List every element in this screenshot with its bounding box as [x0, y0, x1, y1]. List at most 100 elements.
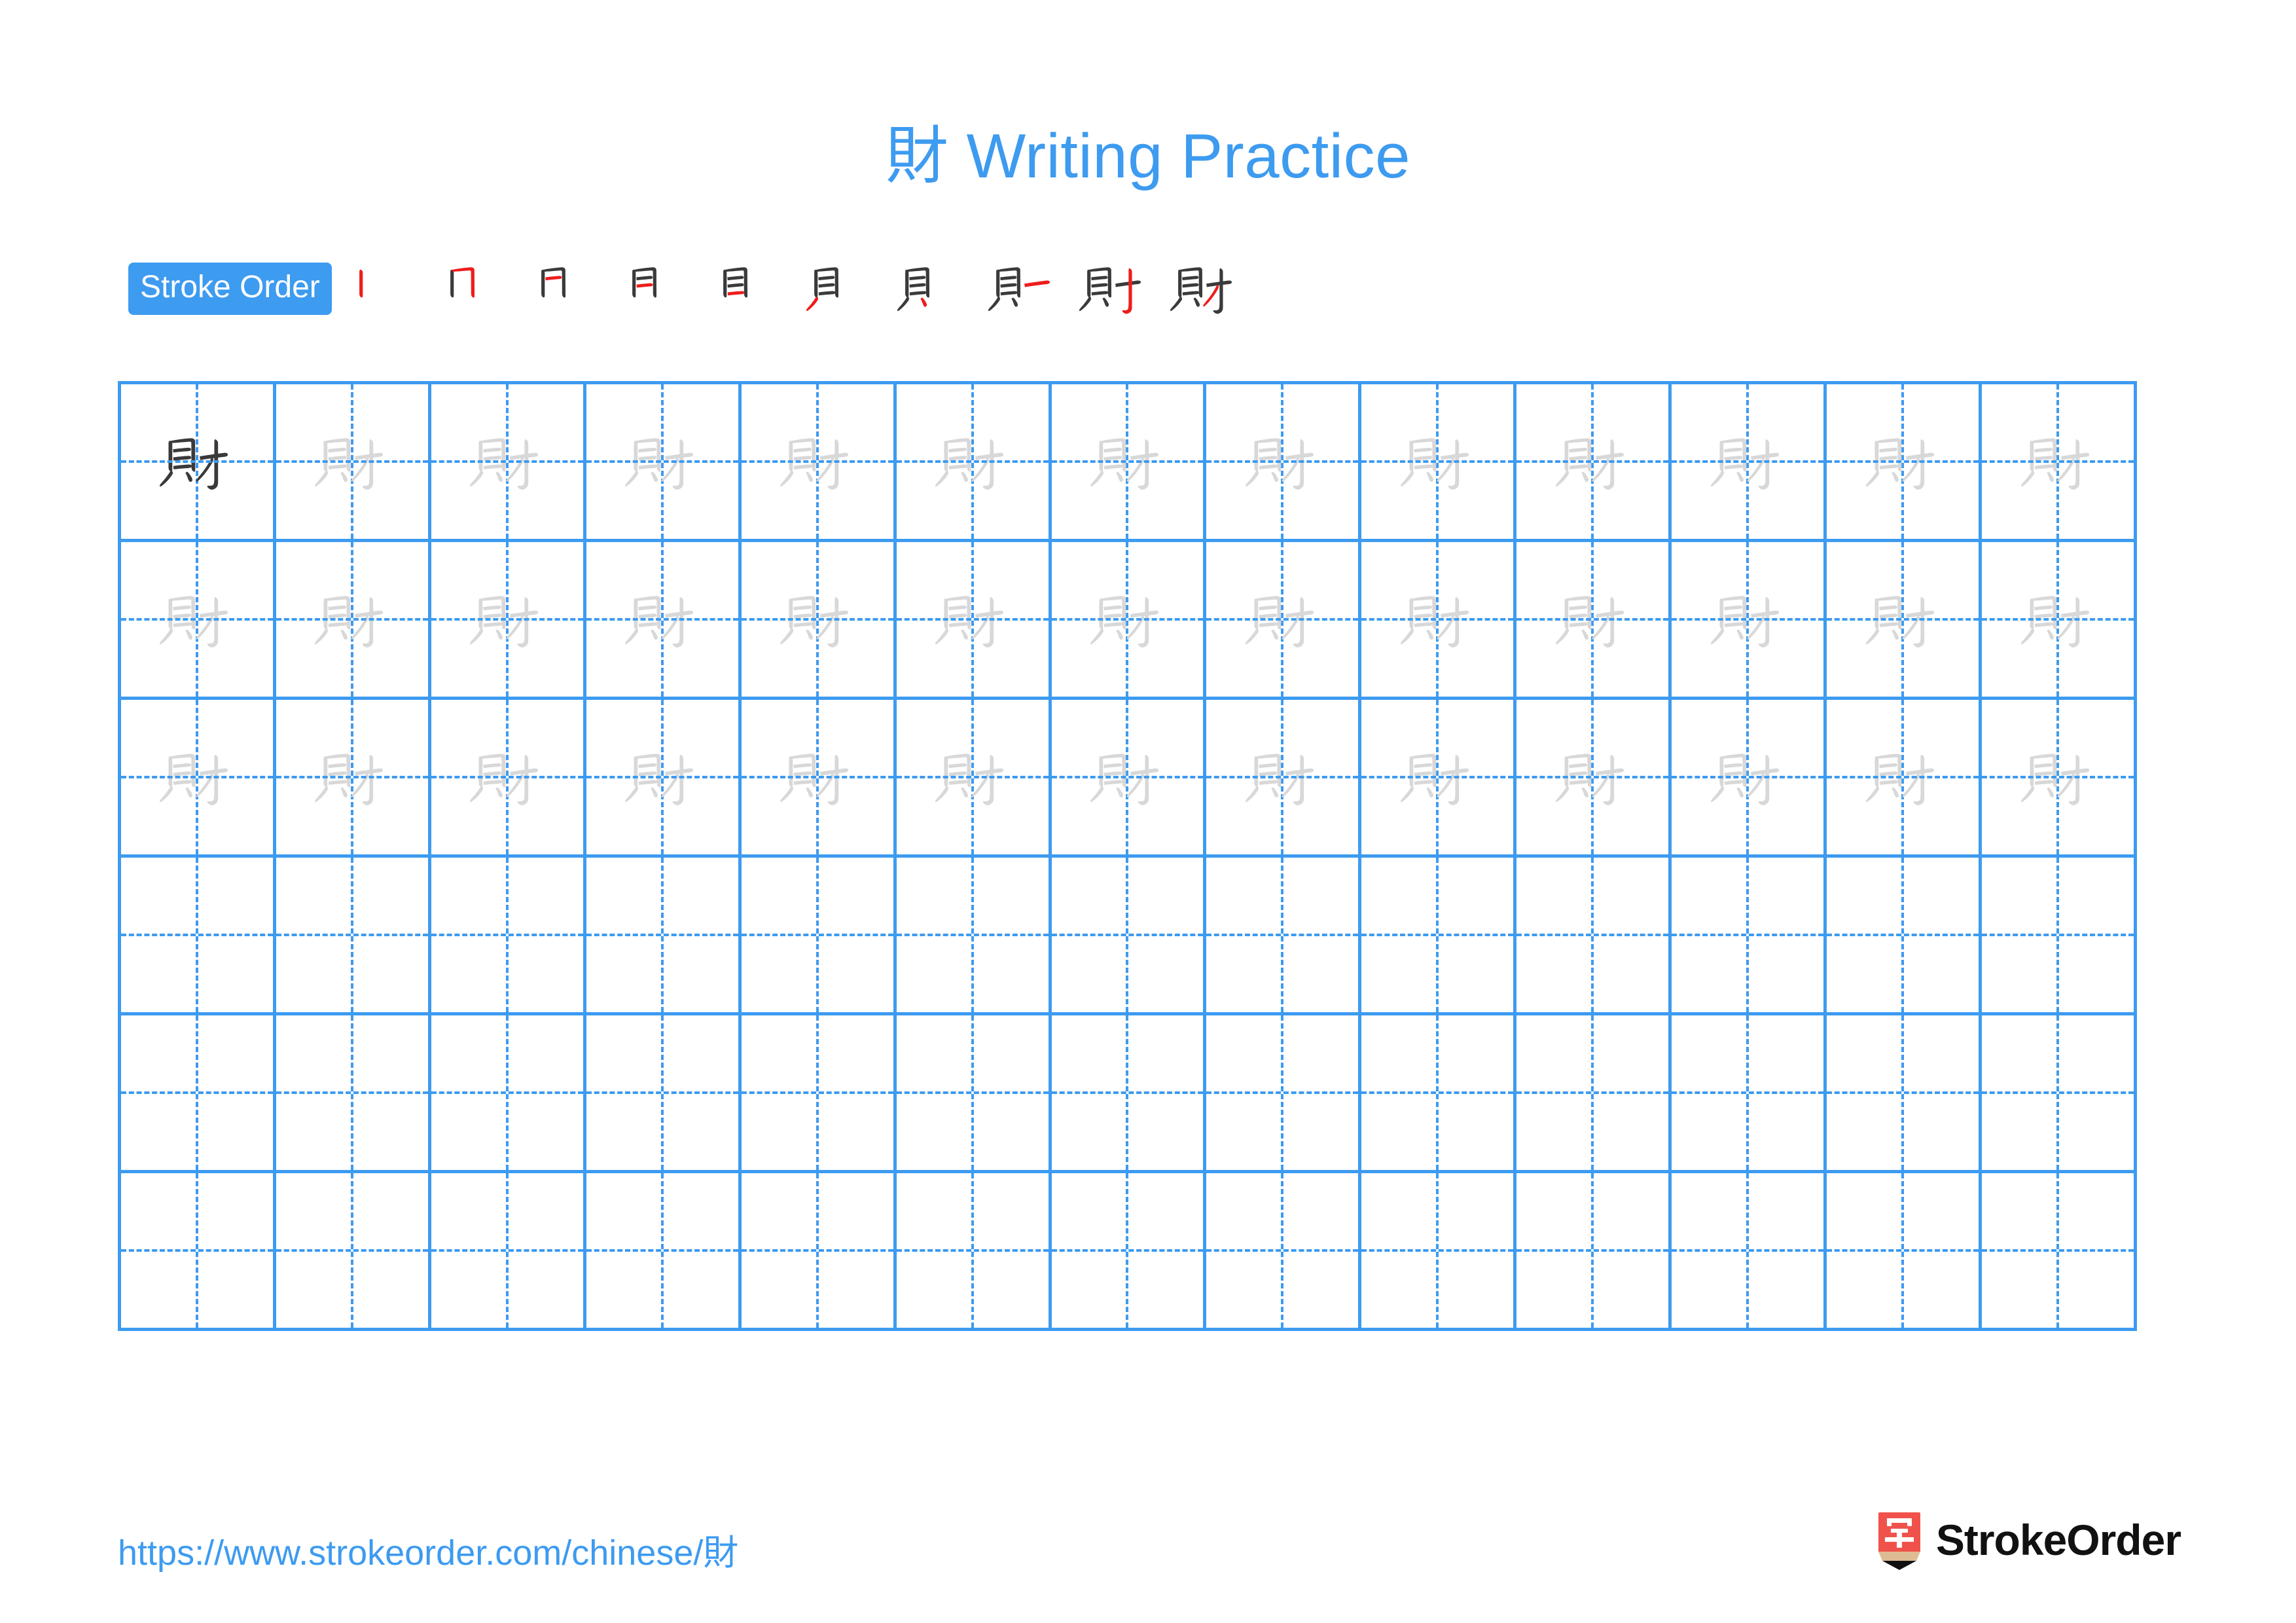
blank-practice-cell[interactable]: [1052, 1173, 1207, 1328]
blank-practice-cell[interactable]: [1052, 858, 1207, 1012]
trace-character: [586, 700, 738, 854]
trace-character: [1516, 384, 1668, 539]
trace-character-cell[interactable]: [1516, 384, 1672, 539]
blank-practice-cell[interactable]: [1361, 858, 1517, 1012]
trace-character-cell[interactable]: [1206, 700, 1362, 854]
blank-practice-cell[interactable]: [431, 1173, 586, 1328]
trace-character-cell[interactable]: [121, 700, 276, 854]
blank-practice-cell[interactable]: [1672, 1015, 1827, 1170]
trace-character-cell[interactable]: [1361, 384, 1517, 539]
trace-character-cell[interactable]: [742, 700, 897, 854]
trace-character-cell[interactable]: [742, 542, 897, 697]
blank-practice-cell[interactable]: [742, 858, 897, 1012]
trace-character: [121, 542, 273, 697]
blank-practice-cell[interactable]: [1672, 1173, 1827, 1328]
blank-practice-cell[interactable]: [431, 858, 586, 1012]
blank-practice-cell[interactable]: [1206, 858, 1362, 1012]
trace-character-cell[interactable]: [586, 700, 742, 854]
trace-character-cell[interactable]: [121, 542, 276, 697]
stroke-step-4: [613, 253, 704, 325]
trace-character: [1672, 542, 1823, 697]
trace-character-cell[interactable]: [1516, 542, 1672, 697]
trace-character: [1052, 542, 1204, 697]
blank-practice-cell[interactable]: [121, 858, 276, 1012]
trace-character-cell[interactable]: [1206, 542, 1362, 697]
stroke-step-10: [1158, 253, 1249, 325]
model-character-cell[interactable]: [121, 384, 276, 539]
stroke-order-badge: Stroke Order: [128, 263, 332, 315]
blank-practice-cell[interactable]: [1052, 1015, 1207, 1170]
trace-character-cell[interactable]: [276, 700, 431, 854]
blank-practice-cell[interactable]: [121, 1015, 276, 1170]
blank-practice-cell[interactable]: [276, 858, 431, 1012]
trace-character-cell[interactable]: [586, 542, 742, 697]
trace-character-cell[interactable]: [586, 384, 742, 539]
blank-practice-cell[interactable]: [586, 1015, 742, 1170]
trace-character-cell[interactable]: [1052, 384, 1207, 539]
trace-character: [1516, 542, 1668, 697]
trace-character-cell[interactable]: [742, 384, 897, 539]
blank-practice-cell[interactable]: [1982, 858, 2137, 1012]
blank-practice-cell[interactable]: [897, 1015, 1052, 1170]
blank-practice-cell[interactable]: [1361, 1015, 1517, 1170]
trace-character-cell[interactable]: [1516, 700, 1672, 854]
blank-practice-cell[interactable]: [1827, 858, 1982, 1012]
trace-character: [1516, 700, 1668, 854]
trace-character-cell[interactable]: [1052, 542, 1207, 697]
trace-character-cell[interactable]: [1982, 384, 2137, 539]
blank-practice-cell[interactable]: [1827, 1173, 1982, 1328]
trace-character-cell[interactable]: [1052, 700, 1207, 854]
practice-grid[interactable]: [118, 381, 2137, 1331]
blank-practice-cell[interactable]: [1982, 1173, 2137, 1328]
trace-character-cell[interactable]: [431, 700, 586, 854]
trace-character-cell[interactable]: [1827, 384, 1982, 539]
trace-character: [1982, 542, 2134, 697]
blank-practice-cell[interactable]: [121, 1173, 276, 1328]
model-character: [121, 384, 273, 539]
blank-practice-cell[interactable]: [1516, 858, 1672, 1012]
blank-practice-cell[interactable]: [586, 858, 742, 1012]
blank-practice-cell[interactable]: [1206, 1173, 1362, 1328]
blank-practice-cell[interactable]: [897, 858, 1052, 1012]
trace-character-cell[interactable]: [897, 700, 1052, 854]
blank-practice-cell[interactable]: [276, 1173, 431, 1328]
brand-logo[interactable]: StrokeOrder: [1876, 1510, 2181, 1570]
blank-practice-cell[interactable]: [1672, 858, 1827, 1012]
blank-practice-cell[interactable]: [1516, 1015, 1672, 1170]
trace-character: [1361, 700, 1513, 854]
trace-character-cell[interactable]: [1827, 542, 1982, 697]
trace-character: [1361, 384, 1513, 539]
blank-practice-cell[interactable]: [897, 1173, 1052, 1328]
blank-practice-cell[interactable]: [1361, 1173, 1517, 1328]
blank-practice-cell[interactable]: [1982, 1015, 2137, 1170]
trace-character-cell[interactable]: [897, 384, 1052, 539]
trace-character-cell[interactable]: [431, 542, 586, 697]
blank-practice-cell[interactable]: [1827, 1015, 1982, 1170]
source-url[interactable]: https://www.strokeorder.com/chinese/財: [118, 1523, 738, 1575]
trace-character-cell[interactable]: [1672, 542, 1827, 697]
blank-practice-cell[interactable]: [742, 1015, 897, 1170]
trace-character-cell[interactable]: [276, 384, 431, 539]
stroke-step-9: [1067, 253, 1158, 325]
trace-character: [1827, 542, 1979, 697]
trace-character-cell[interactable]: [431, 384, 586, 539]
trace-character-cell[interactable]: [1361, 542, 1517, 697]
blank-practice-cell[interactable]: [742, 1173, 897, 1328]
blank-practice-cell[interactable]: [586, 1173, 742, 1328]
blank-practice-cell[interactable]: [1206, 1015, 1362, 1170]
trace-character-cell[interactable]: [1361, 700, 1517, 854]
blank-practice-cell[interactable]: [1516, 1173, 1672, 1328]
trace-character: [897, 700, 1049, 854]
trace-character-cell[interactable]: [276, 542, 431, 697]
trace-character-cell[interactable]: [1982, 542, 2137, 697]
trace-character-cell[interactable]: [1827, 700, 1982, 854]
trace-character-cell[interactable]: [1206, 384, 1362, 539]
trace-character: [897, 384, 1049, 539]
blank-practice-cell[interactable]: [431, 1015, 586, 1170]
trace-character-cell[interactable]: [897, 542, 1052, 697]
trace-character-cell[interactable]: [1672, 384, 1827, 539]
trace-character-cell[interactable]: [1982, 700, 2137, 854]
blank-practice-cell[interactable]: [276, 1015, 431, 1170]
trace-character-cell[interactable]: [1672, 700, 1827, 854]
stroke-step-1: [340, 253, 431, 325]
